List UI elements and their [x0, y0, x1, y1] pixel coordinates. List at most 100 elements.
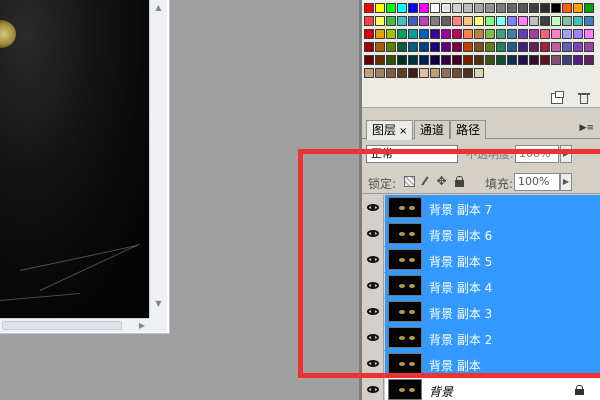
swatch[interactable] — [540, 3, 550, 13]
swatch[interactable] — [441, 55, 451, 65]
swatch[interactable] — [375, 16, 385, 26]
swatch[interactable] — [584, 55, 594, 65]
swatch[interactable] — [529, 3, 539, 13]
close-icon[interactable]: × — [399, 126, 407, 137]
swatch[interactable] — [474, 68, 484, 78]
swatch[interactable] — [529, 16, 539, 26]
swatch[interactable] — [507, 16, 517, 26]
scroll-up-icon[interactable]: ▲ — [152, 2, 165, 14]
swatch[interactable] — [408, 29, 418, 39]
swatch[interactable] — [518, 16, 528, 26]
swatch[interactable] — [485, 42, 495, 52]
swatch[interactable] — [562, 42, 572, 52]
swatch[interactable] — [430, 16, 440, 26]
swatch[interactable] — [441, 42, 451, 52]
swatch[interactable] — [419, 42, 429, 52]
swatch[interactable] — [397, 42, 407, 52]
tab-layers[interactable]: 图层 × — [366, 120, 414, 140]
swatch[interactable] — [408, 3, 418, 13]
swatch[interactable] — [419, 3, 429, 13]
swatch[interactable] — [573, 42, 583, 52]
swatch[interactable] — [485, 29, 495, 39]
swatch[interactable] — [573, 55, 583, 65]
swatch[interactable] — [496, 16, 506, 26]
swatch[interactable] — [463, 55, 473, 65]
swatch[interactable] — [474, 3, 484, 13]
swatch[interactable] — [485, 16, 495, 26]
swatch[interactable] — [375, 29, 385, 39]
swatch[interactable] — [474, 29, 484, 39]
swatch[interactable] — [441, 29, 451, 39]
swatch[interactable] — [397, 29, 407, 39]
swatch[interactable] — [540, 16, 550, 26]
layer-content[interactable]: 背景 — [385, 377, 600, 400]
swatch[interactable] — [463, 68, 473, 78]
swatch[interactable] — [430, 55, 440, 65]
horizontal-scrollbar[interactable]: ▶ — [0, 318, 149, 332]
swatch[interactable] — [518, 29, 528, 39]
swatch[interactable] — [518, 55, 528, 65]
swatch[interactable] — [463, 16, 473, 26]
swatch[interactable] — [386, 55, 396, 65]
swatch[interactable] — [452, 68, 462, 78]
swatch[interactable] — [496, 29, 506, 39]
swatch[interactable] — [452, 29, 462, 39]
swatch[interactable] — [584, 3, 594, 13]
swatch[interactable] — [474, 55, 484, 65]
swatch[interactable] — [474, 42, 484, 52]
swatch[interactable] — [562, 29, 572, 39]
swatch[interactable] — [529, 29, 539, 39]
swatch[interactable] — [507, 42, 517, 52]
swatch[interactable] — [573, 29, 583, 39]
swatch[interactable] — [474, 16, 484, 26]
new-swatch-icon[interactable] — [551, 91, 564, 104]
swatch[interactable] — [408, 55, 418, 65]
swatch[interactable] — [551, 42, 561, 52]
panel-menu-icon[interactable]: ▶≡ — [580, 123, 594, 133]
swatch[interactable] — [463, 29, 473, 39]
swatch[interactable] — [441, 68, 451, 78]
scroll-thumb[interactable] — [2, 321, 122, 330]
swatch[interactable] — [430, 68, 440, 78]
swatch[interactable] — [573, 3, 583, 13]
swatch[interactable] — [507, 55, 517, 65]
swatch[interactable] — [518, 3, 528, 13]
swatch[interactable] — [463, 42, 473, 52]
swatch[interactable] — [419, 68, 429, 78]
swatch[interactable] — [441, 3, 451, 13]
swatch[interactable] — [551, 29, 561, 39]
swatch[interactable] — [507, 29, 517, 39]
swatch[interactable] — [375, 42, 385, 52]
swatch[interactable] — [441, 16, 451, 26]
resize-corner[interactable] — [149, 318, 167, 332]
swatch[interactable] — [485, 55, 495, 65]
swatch[interactable] — [529, 55, 539, 65]
swatch[interactable] — [364, 29, 374, 39]
swatch[interactable] — [496, 3, 506, 13]
tab-paths[interactable]: 路径 — [450, 120, 487, 139]
swatch[interactable] — [430, 42, 440, 52]
swatch[interactable] — [540, 29, 550, 39]
swatch[interactable] — [397, 3, 407, 13]
swatch[interactable] — [562, 55, 572, 65]
swatch[interactable] — [584, 16, 594, 26]
swatch[interactable] — [408, 42, 418, 52]
swatch[interactable] — [562, 3, 572, 13]
swatch[interactable] — [496, 55, 506, 65]
swatch[interactable] — [386, 3, 396, 13]
swatch[interactable] — [562, 16, 572, 26]
scroll-right-icon[interactable]: ▶ — [139, 319, 145, 333]
swatch[interactable] — [430, 3, 440, 13]
swatch[interactable] — [397, 68, 407, 78]
swatch[interactable] — [584, 42, 594, 52]
swatch[interactable] — [386, 42, 396, 52]
swatch[interactable] — [386, 29, 396, 39]
swatch[interactable] — [375, 55, 385, 65]
swatch[interactable] — [364, 42, 374, 52]
swatch[interactable] — [364, 3, 374, 13]
swatch[interactable] — [364, 68, 374, 78]
swatch[interactable] — [375, 3, 385, 13]
swatch[interactable] — [485, 3, 495, 13]
trash-icon[interactable] — [578, 92, 590, 104]
swatch[interactable] — [584, 29, 594, 39]
